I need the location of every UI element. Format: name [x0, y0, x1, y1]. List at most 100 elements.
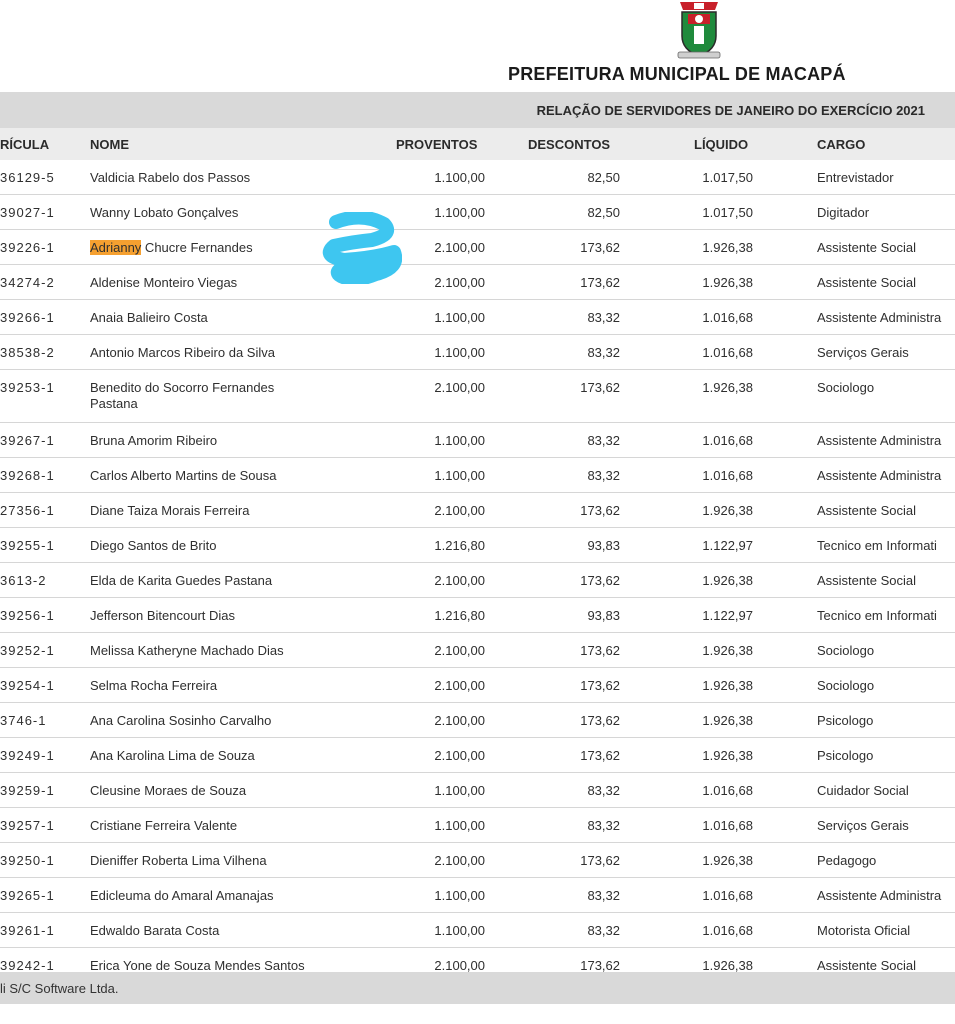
row-matricula: 39265-1 — [0, 888, 55, 903]
header-matricula: RÍCULA — [0, 137, 50, 152]
table-row: 39250-1 2.100,00 173,62 1.926,38 Pedagogo Die… — [0, 843, 955, 878]
table-row: 39226-1 2.100,00 173,62 1.926,38 Assistente … — [0, 230, 955, 265]
row-proventos: 1.100,00 — [434, 433, 485, 448]
row-nome: Selma Rocha Ferreira — [90, 678, 218, 693]
row-matricula: 39259-1 — [0, 783, 55, 798]
row-descontos: 83,32 — [587, 888, 620, 903]
row-cargo: Serviços Gerais — [817, 345, 909, 360]
row-proventos: 1.100,00 — [434, 170, 485, 185]
table-row: 39266-1 1.100,00 83,32 1.016,68 Assistente A… — [0, 300, 955, 335]
row-proventos: 2.100,00 — [434, 503, 485, 518]
table-row: 39261-1 1.100,00 83,32 1.016,68 Motorista Of… — [0, 913, 955, 948]
header-descontos: DESCONTOS — [528, 137, 611, 152]
row-cargo: Assistente Administra — [817, 310, 942, 325]
row-proventos: 1.100,00 — [434, 205, 485, 220]
table-row: 39259-1 1.100,00 83,32 1.016,68 Cuidador Soc… — [0, 773, 955, 808]
row-descontos: 83,32 — [587, 345, 620, 360]
header-proventos: PROVENTOS — [396, 137, 478, 152]
row-liquido: 1.926,38 — [702, 713, 753, 728]
row-matricula: 39249-1 — [0, 748, 55, 763]
row-proventos: 2.100,00 — [434, 573, 485, 588]
row-descontos: 93,83 — [587, 608, 620, 623]
row-cargo: Assistente Administra — [817, 888, 942, 903]
row-liquido: 1.122,97 — [702, 608, 753, 623]
table-row: 34274-2 2.100,00 173,62 1.926,38 Assistente … — [0, 265, 955, 300]
row-nome: Anaia Balieiro Costa — [90, 310, 208, 325]
row-descontos: 83,32 — [587, 818, 620, 833]
row-descontos: 173,62 — [580, 958, 620, 973]
row-nome: Antonio Marcos Ribeiro da Silva — [90, 345, 275, 360]
table-row: 39027-1 1.100,00 82,50 1.017,50 Digitador Wan… — [0, 195, 955, 230]
row-proventos: 2.100,00 — [434, 380, 485, 395]
footer-text: li S/C Software Ltda. — [0, 981, 119, 996]
row-cargo: Serviços Gerais — [817, 818, 909, 833]
row-liquido: 1.926,38 — [702, 503, 753, 518]
table-row: 27356-1 2.100,00 173,62 1.926,38 Assistente … — [0, 493, 955, 528]
row-matricula: 39226-1 — [0, 240, 55, 255]
row-cargo: Pedagogo — [817, 853, 877, 868]
row-proventos: 2.100,00 — [434, 853, 485, 868]
row-nome: Jefferson Bitencourt Dias — [90, 608, 235, 623]
row-proventos: 1.216,80 — [434, 538, 485, 553]
row-liquido: 1.016,68 — [702, 783, 753, 798]
header-liquido: LÍQUIDO — [694, 137, 749, 152]
row-liquido: 1.926,38 — [702, 380, 753, 395]
row-liquido: 1.016,68 — [702, 923, 753, 938]
row-matricula: 39267-1 — [0, 433, 55, 448]
row-matricula: 39254-1 — [0, 678, 55, 693]
row-cargo: Sociologo — [817, 643, 875, 658]
row-cargo: Tecnico em Informati — [817, 608, 937, 623]
row-proventos: 1.100,00 — [434, 345, 485, 360]
row-descontos: 83,32 — [587, 433, 620, 448]
table-row: 39267-1 1.100,00 83,32 1.016,68 Assistente A… — [0, 423, 955, 458]
row-nome: Edwaldo Barata Costa — [90, 923, 220, 938]
row-descontos: 173,62 — [580, 240, 620, 255]
row-cargo: Cuidador Social — [817, 783, 909, 798]
row-proventos: 2.100,00 — [434, 240, 485, 255]
table-row: 39255-1 1.216,80 93,83 1.122,97 Tecnico em I… — [0, 528, 955, 563]
row-liquido: 1.016,68 — [702, 433, 753, 448]
table-row: 39254-1 2.100,00 173,62 1.926,38 Sociologo Se… — [0, 668, 955, 703]
row-liquido: 1.926,38 — [702, 573, 753, 588]
row-liquido: 1.926,38 — [702, 678, 753, 693]
row-matricula: 34274-2 — [0, 275, 55, 290]
table-header: RÍCULA NOME PROVENTOS DESCONTOS LÍQUIDO … — [0, 128, 955, 160]
row-cargo: Assistente Administra — [817, 433, 942, 448]
row-cargo: Psicologo — [817, 748, 874, 763]
row-proventos: 1.100,00 — [434, 783, 485, 798]
row-matricula: 3746-1 — [0, 713, 47, 728]
row-descontos: 83,32 — [587, 468, 620, 483]
row-proventos: 1.100,00 — [434, 888, 485, 903]
table-row: 39252-1 2.100,00 173,62 1.926,38 Sociologo Me… — [0, 633, 955, 668]
row-matricula: 39261-1 — [0, 923, 55, 938]
row-liquido: 1.122,97 — [702, 538, 753, 553]
row-matricula: 39257-1 — [0, 818, 55, 833]
row-matricula: 39253-1 — [0, 380, 55, 395]
row-descontos: 173,62 — [580, 503, 620, 518]
row-cargo: Sociologo — [817, 380, 875, 395]
row-descontos: 173,62 — [580, 853, 620, 868]
row-matricula: 39242-1 — [0, 958, 55, 973]
table-row: 38538-2 1.100,00 83,32 1.016,68 Serviços Ger… — [0, 335, 955, 370]
row-descontos: 83,32 — [587, 783, 620, 798]
row-descontos: 173,62 — [580, 678, 620, 693]
row-proventos: 2.100,00 — [434, 958, 485, 973]
row-cargo: Psicologo — [817, 713, 874, 728]
row-proventos: 2.100,00 — [434, 275, 485, 290]
row-descontos: 173,62 — [580, 713, 620, 728]
table-row: 39253-1 2.100,00 173,62 1.926,38 Sociologo Be… — [0, 370, 955, 423]
row-nome: Cleusine Moraes de Souza — [90, 783, 247, 798]
row-matricula: 39255-1 — [0, 538, 55, 553]
page-title: PREFEITURA MUNICIPAL DE MACAPÁ — [508, 64, 846, 84]
row-nome: Elda de Karita Guedes Pastana — [90, 573, 273, 588]
row-descontos: 173,62 — [580, 643, 620, 658]
row-nome: Adrianny Chucre Fernandes — [90, 240, 320, 256]
row-liquido: 1.016,68 — [702, 345, 753, 360]
row-matricula: 27356-1 — [0, 503, 55, 518]
row-cargo: Assistente Social — [817, 958, 916, 973]
row-nome: Diego Santos de Brito — [90, 538, 217, 553]
row-cargo: Assistente Social — [817, 573, 916, 588]
table-row: 39265-1 1.100,00 83,32 1.016,68 Assistente A… — [0, 878, 955, 913]
header-cargo: CARGO — [817, 137, 866, 152]
row-descontos: 173,62 — [580, 573, 620, 588]
